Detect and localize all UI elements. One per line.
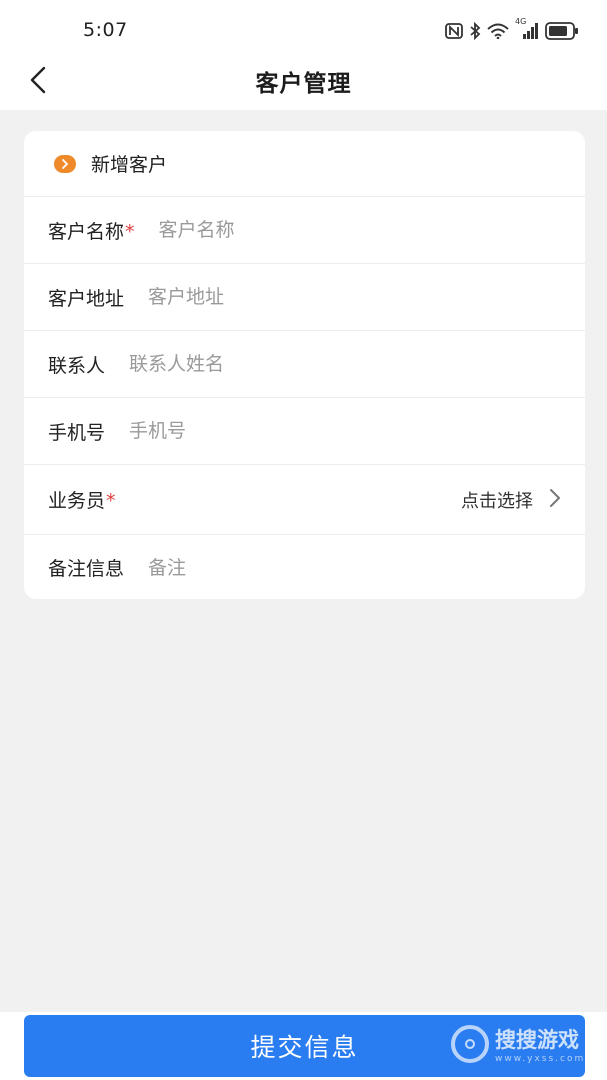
section-title: 新增客户 (91, 154, 168, 176)
field-label: 联系人 (48, 354, 106, 377)
battery-icon (545, 22, 579, 40)
field-label: 备注信息 (48, 558, 125, 580)
status-time: 5:07 (83, 19, 128, 41)
customer-name-input[interactable] (158, 219, 585, 241)
remarks-input[interactable] (148, 556, 585, 579)
page-title: 客户管理 (255, 71, 352, 97)
bluetooth-icon (469, 22, 481, 40)
phone-input[interactable] (129, 420, 585, 442)
field-label: 手机号 (48, 421, 106, 444)
field-salesperson[interactable]: 业务员* 点击选择 (24, 465, 585, 535)
new-customer-form: 新增客户 客户名称* 客户地址 联系人 手机号 业务员* 点击选择 备注信息 (24, 131, 585, 599)
field-remarks: 备注信息 (24, 535, 585, 599)
salesperson-select[interactable]: 点击选择 (461, 487, 561, 513)
signal-icon: 4G (515, 17, 539, 39)
field-customer-address: 客户地址 (24, 264, 585, 331)
nfc-icon (445, 23, 463, 39)
section-header: 新增客户 (24, 131, 585, 197)
select-placeholder: 点击选择 (461, 490, 533, 512)
field-label: 客户地址 (48, 287, 125, 310)
field-label: 客户名称* (48, 220, 135, 243)
status-bar: 5:07 4G (0, 0, 607, 58)
field-contact: 联系人 (24, 331, 585, 398)
wifi-icon (487, 23, 509, 39)
network-label: 4G (515, 17, 527, 26)
watermark: 搜搜游戏 www.yxss.com (451, 1018, 601, 1070)
watermark-logo-icon (451, 1025, 489, 1063)
field-customer-name: 客户名称* (24, 197, 585, 264)
required-mark: * (125, 220, 135, 243)
field-label: 业务员* (48, 490, 116, 512)
chevron-right-badge-icon (54, 154, 76, 173)
required-mark: * (106, 490, 116, 512)
nav-bar: 客户管理 (0, 58, 607, 110)
status-icons: 4G (445, 17, 579, 42)
field-phone: 手机号 (24, 398, 585, 465)
contact-name-input[interactable] (129, 353, 585, 375)
chevron-right-icon (533, 488, 561, 512)
customer-address-input[interactable] (148, 286, 585, 308)
watermark-text: 搜搜游戏 www.yxss.com (495, 1028, 586, 1064)
